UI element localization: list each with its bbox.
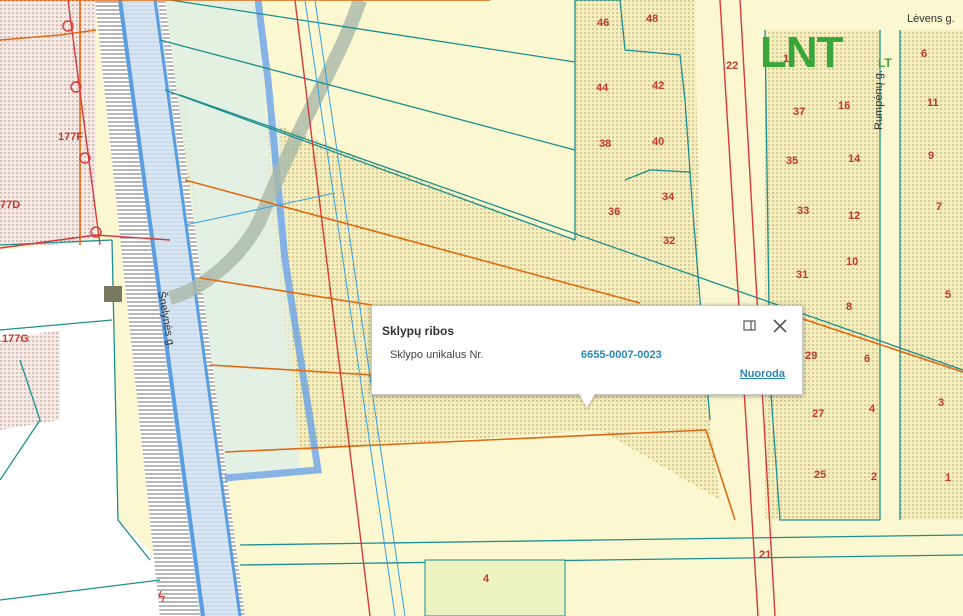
- power-icon: ϟ: [157, 590, 166, 606]
- plot-number-label: 6: [921, 48, 927, 60]
- plot-number-label: 7: [936, 201, 942, 213]
- plot-number-label: 21: [759, 549, 771, 561]
- building-icon: [104, 286, 122, 302]
- plot-number-label: 8: [846, 301, 852, 313]
- popup-pointer: [578, 392, 596, 408]
- plot-number-label: 48: [646, 13, 658, 25]
- plot-number-label: 4: [483, 573, 490, 585]
- plot-number-label: 32: [663, 235, 675, 247]
- street-label-levens: Lėvens g.: [907, 13, 955, 25]
- plot-number-label: 16: [838, 100, 850, 112]
- plot-number-label: 10: [846, 256, 858, 268]
- plot-number-label: 4: [869, 403, 876, 415]
- plot-number-label: 77D: [0, 199, 20, 211]
- plot-number-label: 44: [596, 82, 609, 94]
- plot-number-label: 35: [786, 155, 798, 167]
- parcel-id-label: Sklypo unikalus Nr.: [390, 349, 484, 361]
- popup-title: Sklypų ribos: [382, 324, 455, 338]
- plot-number-label: 38: [599, 138, 611, 150]
- plot-number-label: 14: [848, 153, 861, 165]
- logo-suffix: LT: [878, 56, 892, 70]
- plot-number-label: 177G: [2, 333, 29, 345]
- plot-number-label: 37: [793, 106, 805, 118]
- plot-number-label: 46: [597, 17, 609, 29]
- logo-text: LNT: [760, 28, 844, 77]
- parcel-popup: Sklypų ribos Sklypo unikalus Nr. 6655-00…: [371, 305, 803, 395]
- dotted-area-right-1: [765, 30, 880, 520]
- reference-link[interactable]: Nuoroda: [740, 368, 785, 380]
- plot-number-label: 27: [812, 408, 824, 420]
- left-lower-plots: [0, 330, 60, 430]
- plot-number-label: 25: [814, 469, 826, 481]
- close-icon[interactable]: [772, 318, 788, 334]
- plot-number-label: 9: [928, 150, 934, 162]
- plot-number-label: 1: [945, 472, 951, 484]
- plot-number-label: 6: [864, 353, 870, 365]
- plot-number-label: 40: [652, 136, 664, 148]
- plot-number-label: 29: [805, 350, 817, 362]
- parcel-id-value[interactable]: 6655-0007-0023: [581, 349, 662, 361]
- plot-number-label: 34: [662, 191, 675, 203]
- plot-number-label: 36: [608, 206, 620, 218]
- plot-number-label: 22: [726, 60, 738, 72]
- lnt-logo: LNT LT: [760, 30, 905, 80]
- plot-number-label: 11: [927, 97, 939, 109]
- plot-number-label: 177F: [58, 131, 83, 143]
- plot-number-label: 3: [938, 397, 944, 409]
- plot-number-label: 42: [652, 80, 664, 92]
- plot-number-label: 5: [945, 289, 951, 301]
- plot-number-label: 31: [796, 269, 808, 281]
- plot-number-label: 2: [871, 471, 877, 483]
- plot-number-label: 12: [848, 210, 860, 222]
- maximize-icon[interactable]: [742, 318, 758, 334]
- bottom-green-plot: [424, 559, 566, 616]
- plot-number-label: 33: [797, 205, 809, 217]
